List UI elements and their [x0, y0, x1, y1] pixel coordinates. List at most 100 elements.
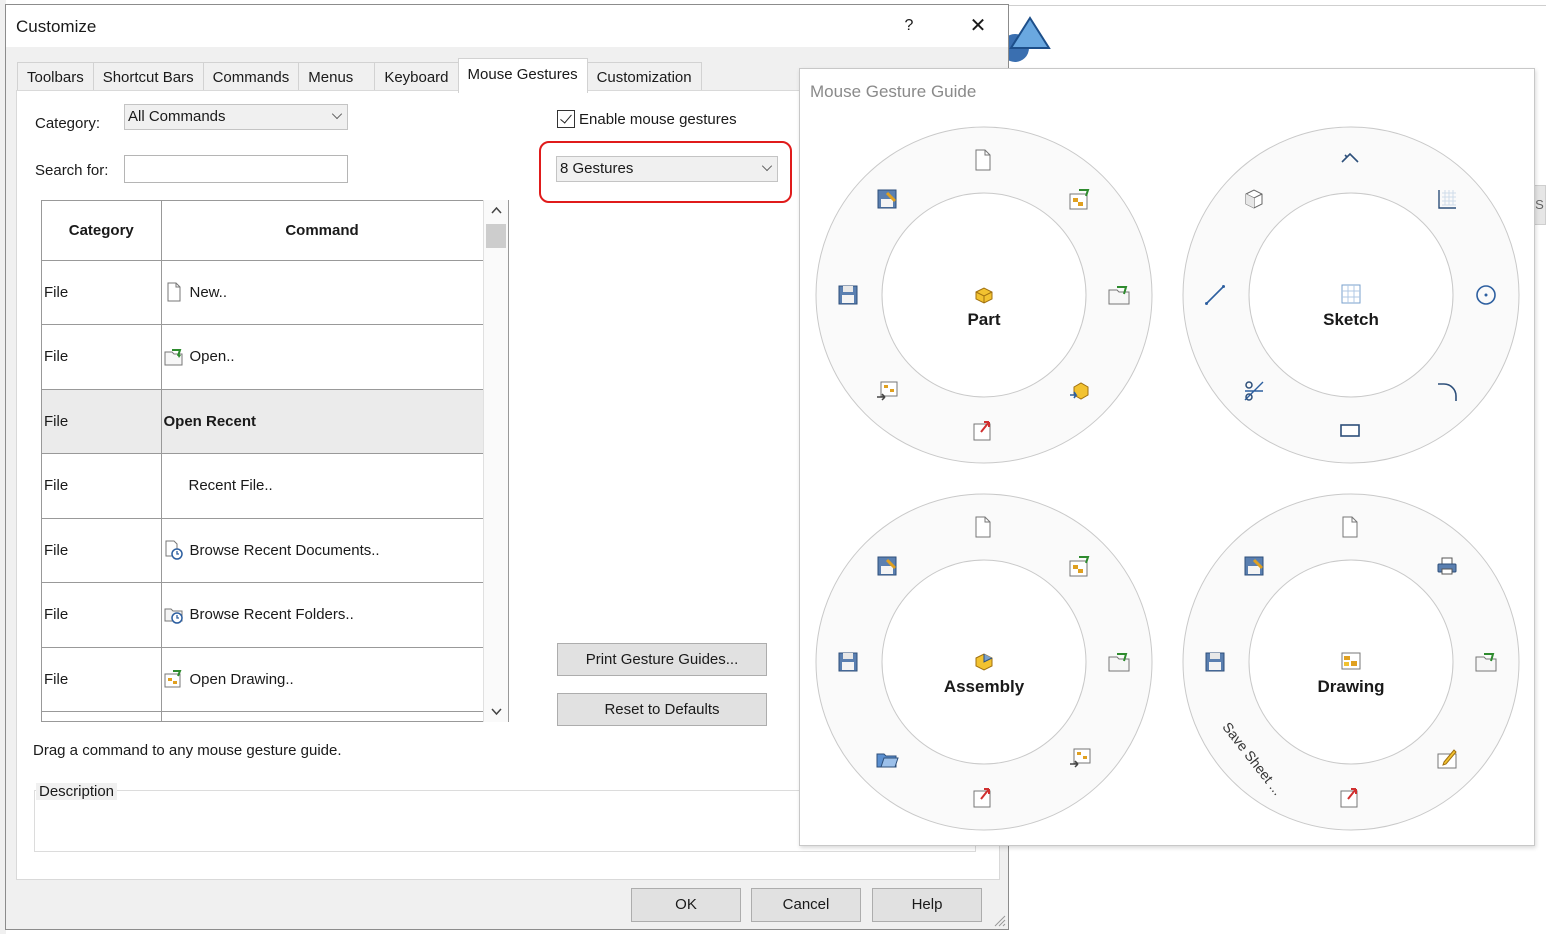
line-icon[interactable] — [1203, 283, 1227, 307]
wheel-label-sketch: Sketch — [1323, 310, 1379, 329]
close-icon[interactable]: ✕ — [964, 12, 992, 40]
view-cube-icon[interactable] — [1242, 187, 1266, 211]
rectangle-icon[interactable] — [1338, 418, 1362, 442]
row-command-cell: Open.. — [161, 324, 484, 390]
sketch-grid-icon — [1341, 284, 1361, 304]
tab-menus[interactable]: Menus — [298, 62, 376, 93]
assembly-icon — [975, 653, 993, 671]
open-folder-icon[interactable] — [1107, 650, 1131, 674]
description-label: Description — [36, 783, 118, 800]
row-category: File — [42, 453, 162, 519]
row-command-cell: Open Drawing.. — [161, 647, 484, 712]
options-icon[interactable] — [1068, 746, 1092, 770]
row-command: New.. — [189, 283, 228, 301]
row-category: File — [42, 260, 162, 325]
gesture-wheel-assembly: Assembly — [815, 493, 1153, 831]
save-icon[interactable] — [836, 650, 860, 674]
commands-grid: Category Command File New.. File Open.. … — [41, 200, 509, 722]
row-command: Open Drawing.. — [189, 670, 294, 688]
tab-toolbars[interactable]: Toolbars — [17, 62, 94, 93]
gesture-count-dropdown[interactable]: 8 Gestures — [556, 156, 778, 182]
drawing-icon — [1341, 652, 1361, 670]
tab-commands[interactable]: Commands — [202, 62, 300, 93]
scroll-down-icon[interactable] — [484, 700, 509, 722]
table-row[interactable]: File Open.. — [42, 324, 484, 390]
grid-scrollbar[interactable] — [483, 200, 508, 722]
grid-icon[interactable] — [1435, 187, 1459, 211]
cancel-button[interactable]: Cancel — [751, 888, 861, 922]
background-toolbar-line — [1008, 5, 1546, 6]
help-icon[interactable]: ? — [897, 14, 921, 38]
tab-strip: Toolbars Shortcut Bars Commands Menus Ke… — [17, 58, 702, 93]
print-icon[interactable] — [1435, 554, 1459, 578]
table-row[interactable]: File Browse Recent Documents.. — [42, 518, 484, 583]
row-category: File — [42, 582, 162, 648]
open-drawing-icon[interactable] — [1068, 554, 1092, 578]
wheel-label-part: Part — [967, 310, 1001, 329]
print-preview-icon[interactable] — [875, 187, 899, 211]
open-folder-icon — [164, 348, 182, 366]
make-drawing-icon[interactable] — [1338, 785, 1362, 809]
grid-header-row: Category Command — [42, 201, 484, 261]
trim-icon[interactable] — [1242, 379, 1266, 403]
search-label: Search for: — [35, 162, 109, 179]
dialog-title: Customize — [16, 17, 97, 36]
new-document-icon — [167, 282, 180, 302]
print-gesture-guides-button[interactable]: Print Gesture Guides... — [557, 643, 767, 676]
make-drawing-icon[interactable] — [971, 785, 995, 809]
row-command-cell — [161, 711, 484, 721]
arc-icon[interactable] — [1435, 379, 1459, 403]
print-preview-icon[interactable] — [875, 554, 899, 578]
row-category: File — [42, 324, 162, 390]
table-row[interactable]: File Browse Recent Folders.. — [42, 582, 484, 648]
open-folder-icon[interactable] — [1474, 650, 1498, 674]
new-document-icon[interactable] — [971, 515, 995, 539]
search-input[interactable] — [124, 155, 348, 183]
row-category: File — [42, 647, 162, 712]
gesture-wheel-part: Part — [815, 126, 1153, 464]
tab-keyboard[interactable]: Keyboard — [374, 62, 459, 93]
tab-shortcut-bars[interactable]: Shortcut Bars — [92, 62, 204, 93]
header-category[interactable]: Category — [42, 201, 162, 261]
row-command: Browse Recent Folders.. — [189, 606, 354, 624]
gesture-count-value: 8 Gestures — [560, 160, 634, 177]
tab-mouse-gestures[interactable]: Mouse Gestures — [457, 58, 588, 93]
table-row[interactable]: File Open Recent — [42, 389, 484, 454]
category-dropdown[interactable]: All Commands — [124, 104, 348, 130]
ok-button[interactable]: OK — [631, 888, 741, 922]
new-document-icon[interactable] — [971, 148, 995, 172]
resize-grip-icon[interactable] — [992, 913, 1006, 927]
scroll-thumb[interactable] — [486, 224, 506, 248]
open-file-icon[interactable] — [875, 746, 899, 770]
options-icon[interactable] — [875, 379, 899, 403]
reset-to-defaults-button[interactable]: Reset to Defaults — [557, 693, 767, 726]
enable-gestures-checkbox[interactable] — [557, 110, 575, 128]
new-document-icon[interactable] — [1338, 515, 1362, 539]
print-preview-icon[interactable] — [1242, 554, 1266, 578]
tab-customization[interactable]: Customization — [586, 62, 702, 93]
save-icon[interactable] — [1203, 650, 1227, 674]
row-command: Open.. — [189, 348, 235, 366]
row-command-cell: Browse Recent Documents.. — [161, 518, 484, 583]
title-bar: Customize ? ✕ — [6, 5, 1008, 47]
help-button[interactable]: Help — [872, 888, 982, 922]
table-row[interactable] — [42, 711, 484, 721]
edit-sheet-icon[interactable] — [1435, 746, 1459, 770]
chevron-down-icon — [331, 108, 343, 120]
open-folder-icon[interactable] — [1107, 283, 1131, 307]
table-row[interactable]: File Open Drawing.. — [42, 647, 484, 712]
scroll-up-icon[interactable] — [484, 200, 509, 222]
open-drawing-icon[interactable] — [1068, 187, 1092, 211]
dimension-icon[interactable] — [1338, 148, 1362, 172]
header-command[interactable]: Command — [161, 201, 484, 261]
table-row[interactable]: File Recent File.. — [42, 453, 484, 519]
save-icon[interactable] — [836, 283, 860, 307]
wheel-label-drawing: Drawing — [1317, 677, 1385, 696]
row-command-cell: Browse Recent Folders.. — [161, 582, 484, 648]
circle-icon[interactable] — [1474, 283, 1498, 307]
background-triangle-icon — [1005, 16, 1051, 62]
table-row[interactable]: File New.. — [42, 260, 484, 325]
rebuild-icon[interactable] — [1068, 379, 1092, 403]
make-drawing-icon[interactable] — [971, 418, 995, 442]
enable-gestures-label[interactable]: Enable mouse gestures — [579, 111, 737, 128]
